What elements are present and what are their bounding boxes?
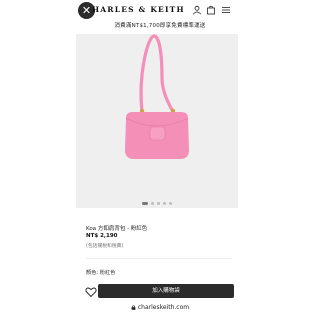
url-display[interactable]: charleskeith.com <box>0 304 320 311</box>
menu-icon[interactable] <box>221 5 231 15</box>
gallery-pagination[interactable] <box>76 202 238 205</box>
gallery-dot[interactable] <box>163 202 166 205</box>
bag-icon[interactable] <box>206 5 216 15</box>
lock-icon <box>131 305 136 310</box>
promo-text: 消費滿NT$1,700即享免費標準運送 <box>114 23 206 29</box>
product-image <box>125 34 189 159</box>
brand-logo[interactable]: HARLES & KEITH <box>92 5 185 14</box>
add-to-cart-button[interactable]: 加入購物袋 <box>98 284 234 298</box>
color-label: 顏色: 粉紅色 <box>86 270 116 276</box>
gallery-dot[interactable] <box>157 202 160 205</box>
close-icon: ✕ <box>81 4 92 17</box>
url-text: charleskeith.com <box>137 304 190 311</box>
tax-note: (包括關稅和稅費) <box>86 244 124 249</box>
product-name: Koa 方釦肩背包 - 粉紅色 <box>86 226 148 232</box>
gallery-dot[interactable] <box>142 202 148 205</box>
user-icon[interactable] <box>192 5 202 15</box>
divider <box>86 258 232 259</box>
site-header: ✕ HARLES & KEITH <box>0 0 320 20</box>
heart-icon[interactable] <box>85 286 97 298</box>
product-image-gallery[interactable] <box>76 34 238 208</box>
browser-url-bar: charleskeith.com <box>0 300 320 320</box>
product-price: NT$ 2,190 <box>86 233 118 239</box>
gallery-dot[interactable] <box>151 202 154 205</box>
gallery-dot[interactable] <box>169 202 172 205</box>
